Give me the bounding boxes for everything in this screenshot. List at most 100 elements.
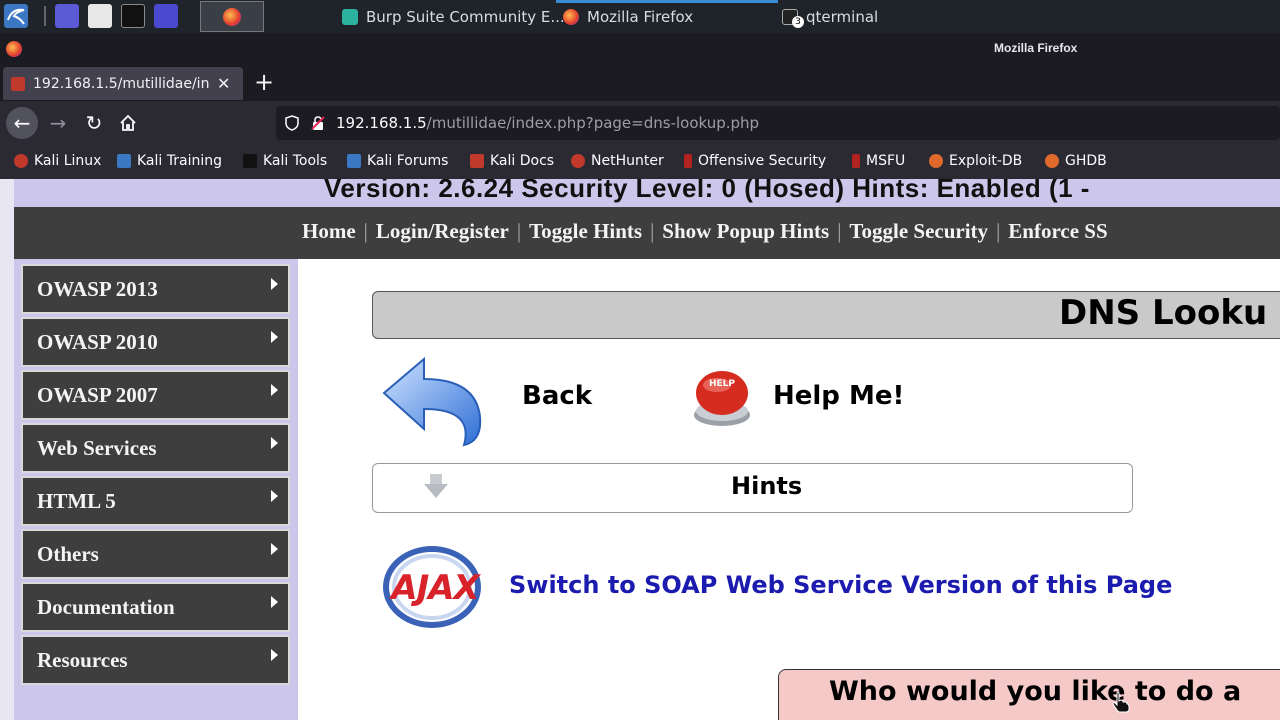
arrow-right-icon: → [49, 111, 67, 135]
version-bar: Version: 2.6.24 Security Level: 0 (Hosed… [14, 179, 1280, 207]
side-menu: OWASP 2013 OWASP 2010 OWASP 2007 Web Ser… [14, 259, 298, 720]
back-link[interactable]: Back [522, 381, 592, 411]
help-me-link[interactable]: Help Me! [773, 381, 904, 411]
tab-mutillidae[interactable]: 192.168.1.5/mutillidae/in ✕ [3, 67, 243, 100]
soap-version-link[interactable]: Switch to SOAP Web Service Version of th… [509, 571, 1172, 599]
qterminal-count-badge: 3 [792, 16, 804, 28]
msfu-icon [852, 154, 860, 168]
menu-home[interactable]: Home [302, 219, 356, 243]
hints-panel[interactable]: Hints [372, 463, 1133, 513]
insecure-lock-icon[interactable] [310, 115, 326, 131]
side-menu-others[interactable]: Others [21, 529, 290, 579]
menu-toggle-security[interactable]: Toggle Security [849, 219, 988, 243]
burp-launcher-icon[interactable] [154, 4, 178, 28]
bookmark-kali-forums[interactable]: Kali Forums [347, 153, 448, 169]
tab-label: 192.168.1.5/mutillidae/in [33, 75, 210, 92]
home-button[interactable] [112, 107, 144, 139]
terminal-icon[interactable] [121, 4, 145, 28]
tab-strip: 192.168.1.5/mutillidae/in ✕ + [0, 65, 1280, 101]
ajax-logo-icon[interactable]: AJAX [382, 546, 488, 628]
kali-menu-icon[interactable] [4, 4, 28, 28]
page-title: DNS Looku [1059, 293, 1268, 333]
offsec-icon [684, 154, 692, 168]
side-menu-label: OWASP 2010 [37, 329, 158, 354]
firefox-taskbar-button[interactable] [200, 1, 264, 32]
bookmark-label: MSFU [866, 153, 906, 169]
workspace-icon[interactable] [55, 4, 79, 28]
reload-button[interactable]: ↻ [78, 107, 110, 139]
bookmark-exploit-db[interactable]: Exploit-DB [929, 153, 1022, 169]
bookmark-offensive-security[interactable]: Offensive Security [684, 153, 826, 169]
submenu-arrow-icon [271, 437, 278, 449]
kali-docs-icon [470, 154, 484, 168]
question-text: Who would you like to do a [829, 676, 1242, 707]
side-menu-label: Others [37, 541, 99, 566]
side-menu-web-services[interactable]: Web Services [21, 423, 290, 473]
side-menu-documentation[interactable]: Documentation [21, 582, 290, 632]
side-menu-resources[interactable]: Resources [21, 635, 290, 685]
menu-separator: | [996, 219, 1001, 243]
menu-separator: | [650, 219, 655, 243]
bookmark-msfu[interactable]: MSFU [852, 153, 905, 169]
back-arrow-icon[interactable] [380, 353, 484, 447]
hints-label: Hints [731, 472, 803, 500]
bookmark-kali-tools[interactable]: Kali Tools [243, 153, 327, 169]
arrow-down-icon [424, 474, 448, 498]
bookmark-label: Kali Training [137, 153, 222, 169]
menu-enforce-ssl[interactable]: Enforce SS [1008, 219, 1107, 243]
menu-login-register[interactable]: Login/Register [376, 219, 509, 243]
kali-training-icon [117, 154, 131, 168]
nethunter-icon [571, 154, 585, 168]
back-button[interactable]: ← [6, 107, 38, 139]
forward-button[interactable]: → [42, 107, 74, 139]
side-menu-html5[interactable]: HTML 5 [21, 476, 290, 526]
task-burp[interactable]: Burp Suite Community E... [342, 0, 565, 33]
menu-show-popup-hints[interactable]: Show Popup Hints [662, 219, 829, 243]
bookmark-label: Exploit-DB [949, 153, 1023, 169]
menu-separator: | [363, 219, 368, 243]
submenu-arrow-icon [271, 490, 278, 502]
close-tab-icon[interactable]: ✕ [217, 74, 230, 93]
side-menu-owasp-2013[interactable]: OWASP 2013 [21, 264, 290, 314]
url-bar[interactable]: 192.168.1.5/mutillidae/index.php?page=dn… [276, 106, 1280, 140]
shield-icon[interactable] [284, 115, 300, 131]
taskbar-separator [44, 6, 46, 26]
ghdb-icon [1045, 154, 1059, 168]
file-manager-icon[interactable] [88, 4, 112, 28]
side-menu-label: Documentation [37, 594, 175, 619]
menu-toggle-hints[interactable]: Toggle Hints [529, 219, 642, 243]
task-firefox[interactable]: Mozilla Firefox [563, 0, 693, 33]
help-button-icon[interactable]: HELP [690, 367, 754, 429]
url-path: /mutillidae/index.php?page=dns-lookup.ph… [426, 114, 760, 132]
bookmark-kali-training[interactable]: Kali Training [117, 153, 222, 169]
window-title: Mozilla Firefox [994, 41, 1078, 55]
task-firefox-label: Mozilla Firefox [587, 7, 694, 26]
burp-icon [342, 8, 358, 25]
top-menu: Home | Login/Register | Toggle Hints | Show Po… [14, 207, 1280, 259]
bookmark-nethunter[interactable]: NetHunter [571, 153, 664, 169]
submenu-arrow-icon [271, 649, 278, 661]
exploit-db-icon [929, 154, 943, 168]
url-text[interactable]: 192.168.1.5/mutillidae/index.php?page=dn… [336, 114, 759, 132]
bookmark-ghdb[interactable]: GHDB [1045, 153, 1107, 169]
bookmark-label: Kali Forums [367, 153, 449, 169]
bookmark-label: Offensive Security [698, 153, 827, 169]
new-tab-button[interactable]: + [254, 69, 274, 95]
menu-separator: | [837, 219, 842, 243]
page-border [0, 179, 14, 720]
help-button-text: HELP [708, 379, 735, 389]
submenu-arrow-icon [271, 543, 278, 555]
bookmark-kali-docs[interactable]: Kali Docs [470, 153, 554, 169]
bookmark-label: GHDB [1065, 153, 1107, 169]
side-menu-label: Resources [37, 647, 128, 672]
bookmark-label: NetHunter [591, 153, 664, 169]
bookmark-kali-linux[interactable]: Kali Linux [14, 153, 101, 169]
side-menu-owasp-2010[interactable]: OWASP 2010 [21, 317, 290, 367]
side-menu-label: Web Services [37, 435, 157, 460]
bookmark-label: Kali Docs [490, 153, 555, 169]
reload-icon: ↻ [85, 111, 103, 135]
web-page-content: Version: 2.6.24 Security Level: 0 (Hosed… [0, 179, 1280, 720]
home-icon [120, 114, 136, 131]
url-host: 192.168.1.5 [336, 114, 427, 132]
side-menu-owasp-2007[interactable]: OWASP 2007 [21, 370, 290, 420]
